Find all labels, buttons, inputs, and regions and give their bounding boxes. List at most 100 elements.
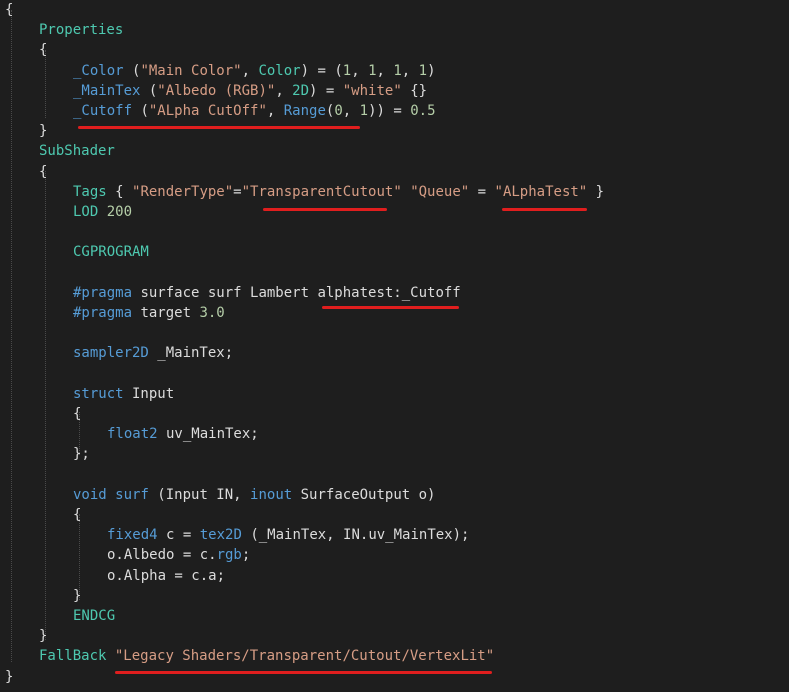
code-token: SurfaceOutput o) xyxy=(292,486,436,503)
code-token: "Legacy Shaders/Transparent/Cutout/Verte… xyxy=(114,648,495,665)
code-token: o.Albedo = c. xyxy=(107,547,217,564)
code-line[interactable]: _Cutoff ("ALpha CutOff", Range(0, 1)) = … xyxy=(73,101,436,121)
code-line[interactable]: SubShader xyxy=(39,141,115,161)
code-token: LOD xyxy=(73,204,99,220)
code-line[interactable]: ENDCG xyxy=(73,606,115,626)
code-token: } xyxy=(587,183,605,200)
code-token: c = xyxy=(157,527,200,544)
code-token: { xyxy=(39,163,48,180)
code-token: SubShader xyxy=(39,143,115,160)
code-editor[interactable]: {Properties{_Color ("Main Color", Color)… xyxy=(0,0,789,692)
code-token: _Color xyxy=(73,62,124,79)
code-token: Tags xyxy=(73,183,107,200)
code-token: struct xyxy=(73,385,124,402)
code-token: { xyxy=(73,507,82,523)
red-underline-annotation xyxy=(322,306,459,309)
code-token: Range xyxy=(283,103,326,119)
code-token: fixed4 xyxy=(107,527,158,544)
code-line[interactable]: #pragma target 3.0 xyxy=(73,303,225,323)
code-token: #pragma xyxy=(73,305,133,321)
code-line[interactable]: #pragma surface surf Lambert alphatest:_… xyxy=(73,283,461,303)
code-token: ; xyxy=(241,547,251,564)
code-line[interactable]: o.Alpha = c.a; xyxy=(107,566,225,586)
code-token: }; xyxy=(73,446,90,463)
code-line[interactable]: _Color ("Main Color", Color) = (1, 1, 1,… xyxy=(73,61,436,81)
code-token: "Queue" xyxy=(410,183,470,200)
code-line[interactable]: _MainTex ("Albedo (RGB)", 2D) = "white" … xyxy=(73,81,427,101)
code-token: 1 xyxy=(342,62,352,79)
code-token: 2D xyxy=(292,82,310,99)
code-line[interactable]: Properties xyxy=(39,20,123,40)
code-token: ( xyxy=(140,82,158,99)
code-line[interactable]: LOD 200 xyxy=(73,202,132,222)
code-token: 3.0 xyxy=(199,305,225,321)
code-token: "TransparentCutout" xyxy=(241,183,402,200)
code-token: tex2D xyxy=(199,527,242,544)
code-line[interactable]: } xyxy=(39,121,47,141)
code-token: 0 xyxy=(334,103,343,119)
code-line[interactable]: { xyxy=(73,505,81,525)
code-token: , xyxy=(376,62,394,79)
code-token: ) xyxy=(427,62,436,79)
code-token: , xyxy=(266,103,284,119)
code-line[interactable]: void surf (Input IN, inout SurfaceOutput… xyxy=(73,485,435,505)
code-token: "white" xyxy=(342,82,402,99)
red-underline-annotation xyxy=(78,126,360,129)
code-line[interactable]: }; xyxy=(73,444,90,464)
code-token: inout xyxy=(250,486,293,503)
red-underline-annotation xyxy=(502,208,587,211)
code-line[interactable]: } xyxy=(73,586,81,606)
code-token: 200 xyxy=(106,204,133,220)
code-line[interactable]: sampler2D _MainTex; xyxy=(73,343,233,363)
code-token: ( xyxy=(123,62,141,79)
code-token: } xyxy=(5,668,14,685)
code-token: (Input IN, xyxy=(148,486,251,503)
code-token: } xyxy=(39,628,48,645)
red-underline-annotation xyxy=(115,671,492,674)
code-token: _Cutoff xyxy=(73,103,133,119)
indent-guide xyxy=(11,10,12,662)
code-token: o.Alpha = c.a; xyxy=(107,567,226,584)
code-token: Color xyxy=(258,62,301,79)
code-line[interactable]: { xyxy=(39,40,47,60)
code-line[interactable]: fixed4 c = tex2D (_MainTex, IN.uv_MainTe… xyxy=(107,525,469,545)
code-line[interactable]: struct Input xyxy=(73,384,174,404)
code-line[interactable]: { xyxy=(5,0,13,20)
code-token: #pragma xyxy=(73,284,133,301)
code-token: "Main Color" xyxy=(140,62,242,79)
code-token: = xyxy=(469,183,495,200)
code-line[interactable]: CGPROGRAM xyxy=(73,242,149,262)
code-token: 1 xyxy=(418,62,428,79)
code-token: {} xyxy=(401,82,428,99)
code-token: FallBack xyxy=(39,648,107,665)
code-token: , xyxy=(275,82,293,99)
code-token: ENDCG xyxy=(73,608,116,624)
code-line[interactable]: { xyxy=(39,162,47,182)
code-token: Input xyxy=(123,385,175,402)
code-token: "RenderType" xyxy=(132,183,234,200)
code-token: surf xyxy=(115,486,149,503)
code-token: ) = xyxy=(309,82,343,99)
code-token: )) = xyxy=(368,103,411,119)
code-line[interactable]: } xyxy=(39,626,47,646)
code-token: , xyxy=(342,103,360,119)
code-token: _MainTex xyxy=(73,82,141,99)
code-token: Properties xyxy=(39,22,124,39)
code-token: "Albedo (RGB)" xyxy=(157,82,276,99)
code-line[interactable]: o.Albedo = c.rgb; xyxy=(107,545,250,565)
code-line[interactable]: FallBack "Legacy Shaders/Transparent/Cut… xyxy=(39,646,494,666)
code-token: { xyxy=(5,2,14,18)
code-line[interactable]: Tags { "RenderType"="TransparentCutout" … xyxy=(73,182,604,202)
code-line[interactable]: } xyxy=(5,667,13,687)
code-token: { xyxy=(73,406,82,422)
code-token: , xyxy=(401,62,419,79)
code-token: } xyxy=(73,587,82,604)
code-token: float2 xyxy=(107,426,158,443)
code-line[interactable]: { xyxy=(73,404,81,424)
code-token: , xyxy=(241,62,259,79)
code-token: _MainTex; xyxy=(148,345,234,362)
code-line[interactable]: float2 uv_MainTex; xyxy=(107,424,259,444)
